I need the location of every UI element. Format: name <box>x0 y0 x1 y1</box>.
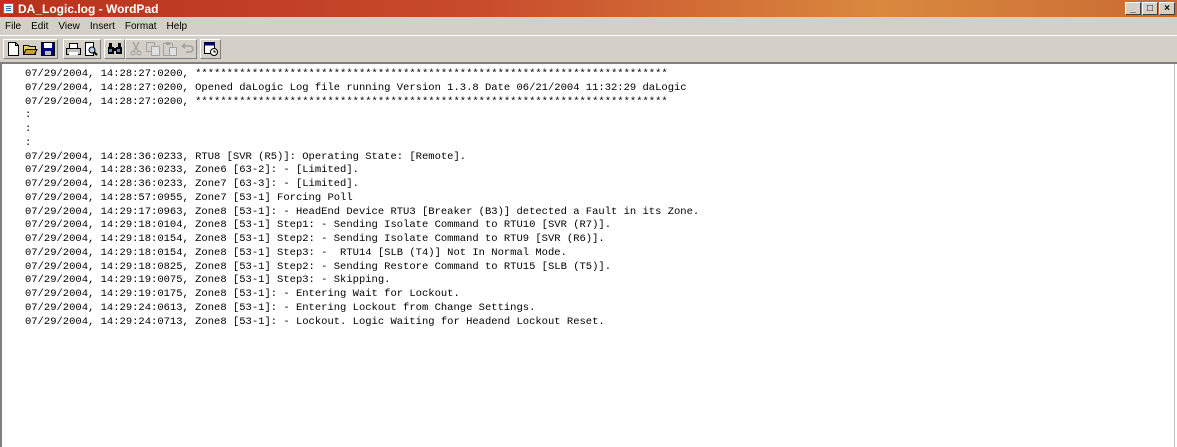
log-line: 07/29/2004, 14:29:18:0154, Zone8 [53-1] … <box>25 246 567 259</box>
wordpad-app-icon[interactable] <box>3 3 14 14</box>
toolbar <box>0 35 1177 62</box>
title-bar[interactable]: DA_Logic.log - WordPad _ □ × <box>0 0 1177 17</box>
menu-file[interactable]: File <box>0 21 26 32</box>
copy-icon[interactable] <box>144 41 161 57</box>
print-icon[interactable] <box>65 41 82 57</box>
log-line: 07/29/2004, 14:29:18:0825, Zone8 [53-1] … <box>25 260 611 273</box>
menu-view[interactable]: View <box>53 21 85 32</box>
log-line: 07/29/2004, 14:29:19:0075, Zone8 [53-1] … <box>25 274 391 287</box>
menu-format[interactable]: Format <box>120 21 162 32</box>
toolbar-group-file <box>3 39 58 59</box>
close-button[interactable]: × <box>1159 2 1175 15</box>
log-line: 07/29/2004, 14:29:18:0154, Zone8 [53-1] … <box>25 233 605 245</box>
toolbar-group-insert <box>200 39 221 59</box>
menu-bar: File Edit View Insert Format Help <box>0 17 1177 35</box>
paste-icon[interactable] <box>161 41 178 57</box>
minimize-button[interactable]: _ <box>1125 2 1141 15</box>
log-line: 07/29/2004, 14:29:24:0713, Zone8 [53-1]:… <box>25 315 605 328</box>
log-line: 07/29/2004, 14:29:24:0613, Zone8 [53-1]:… <box>25 301 536 314</box>
window-title: DA_Logic.log - WordPad <box>18 1 159 16</box>
print-preview-icon[interactable] <box>82 41 99 57</box>
log-line: 07/29/2004, 14:28:27:0200, Opened daLogi… <box>25 81 687 94</box>
log-line: 07/29/2004, 14:29:17:0963, Zone8 [53-1]:… <box>25 205 700 218</box>
log-line: 07/29/2004, 14:28:57:0955, Zone7 [53-1] … <box>25 191 353 204</box>
menu-help[interactable]: Help <box>162 21 193 32</box>
open-folder-icon[interactable] <box>22 41 39 57</box>
toolbar-group-edit <box>125 39 197 59</box>
log-line: 07/29/2004, 14:28:27:0200, *************… <box>25 95 668 108</box>
find-icon[interactable] <box>106 41 123 57</box>
toolbar-group-print <box>63 39 101 59</box>
menu-insert[interactable]: Insert <box>85 21 120 32</box>
toolbar-group-find <box>104 39 125 59</box>
undo-icon[interactable] <box>178 41 195 57</box>
log-line: : <box>25 109 32 122</box>
cut-icon[interactable] <box>127 41 144 57</box>
document-area[interactable]: 07/29/2004, 14:28:27:0200, *************… <box>0 62 1177 447</box>
window-controls: _ □ × <box>1124 2 1175 15</box>
menu-edit[interactable]: Edit <box>26 21 53 32</box>
log-line: : <box>25 136 32 149</box>
log-line: 07/29/2004, 14:29:18:0104, Zone8 [53-1] … <box>25 219 611 232</box>
save-icon[interactable] <box>39 41 56 57</box>
log-line: 07/29/2004, 14:28:27:0200, *************… <box>25 68 668 80</box>
log-line: : <box>25 123 32 135</box>
log-line: 07/29/2004, 14:28:36:0233, Zone6 [63-2]:… <box>25 164 359 177</box>
maximize-button[interactable]: □ <box>1142 2 1158 15</box>
log-line: 07/29/2004, 14:28:36:0233, Zone7 [63-3]:… <box>25 178 359 190</box>
log-line: 07/29/2004, 14:28:36:0233, RTU8 [SVR (R5… <box>25 150 467 163</box>
log-text: 07/29/2004, 14:28:27:0200, *************… <box>25 68 699 329</box>
insert-datetime-icon[interactable] <box>202 41 219 57</box>
log-line: 07/29/2004, 14:29:19:0175, Zone8 [53-1]:… <box>25 288 460 300</box>
new-document-icon[interactable] <box>5 41 22 57</box>
